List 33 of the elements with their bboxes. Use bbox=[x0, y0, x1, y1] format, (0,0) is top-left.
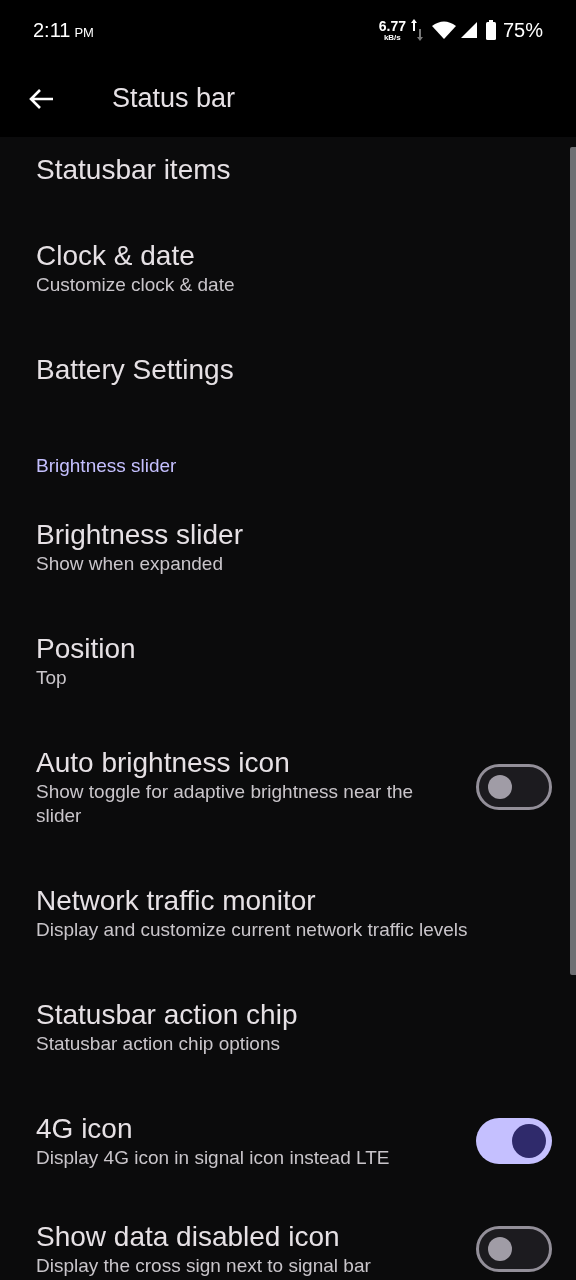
item-title: Battery Settings bbox=[36, 353, 235, 387]
item-title: Auto brightness icon bbox=[36, 746, 291, 780]
item-subtitle: Customize clock & date bbox=[36, 273, 236, 297]
section-header: Brightness slider bbox=[36, 454, 178, 478]
item-title: 4G icon bbox=[36, 1112, 134, 1146]
item-subtitle: Display the cross sign next to signal bar bbox=[36, 1254, 372, 1278]
network-speed-unit: kB/s bbox=[383, 32, 401, 42]
back-arrow-icon bbox=[28, 87, 54, 110]
item-subtitle: Display 4G icon in signal icon instead LTE bbox=[36, 1146, 391, 1170]
item-title: Position bbox=[36, 632, 137, 666]
network-speed: 6.77 bbox=[378, 18, 406, 33]
clock-time: 2:11 bbox=[33, 18, 71, 43]
item-title: Clock & date bbox=[36, 239, 196, 273]
battery-icon bbox=[484, 20, 497, 40]
toggle-switch[interactable] bbox=[476, 1226, 552, 1272]
signal-icon bbox=[459, 21, 478, 39]
toggle-switch[interactable] bbox=[476, 764, 552, 810]
item-title: Statusbar items bbox=[36, 153, 232, 187]
item-title: Statusbar action chip bbox=[36, 998, 299, 1032]
item-subtitle: Top bbox=[36, 666, 68, 690]
toggle-switch[interactable] bbox=[476, 1118, 552, 1164]
item-subtitle: Show when expanded bbox=[36, 552, 224, 576]
item-title: Network traffic monitor bbox=[36, 884, 317, 918]
battery-percentage: 75% bbox=[502, 18, 543, 43]
screen-title: Status bar bbox=[112, 82, 236, 116]
item-subtitle: Statusbar action chip options bbox=[36, 1032, 281, 1056]
item-subtitle: Show toggle for adaptive brightness near the slider bbox=[36, 780, 415, 828]
wifi-icon bbox=[431, 21, 456, 39]
traffic-arrows-icon bbox=[409, 17, 424, 43]
item-title: Show data disabled icon bbox=[36, 1220, 341, 1254]
clock-meridiem: PM bbox=[74, 24, 94, 42]
item-title: Brightness slider bbox=[36, 518, 244, 552]
item-subtitle: Display and customize current network traffic levels bbox=[36, 918, 469, 942]
